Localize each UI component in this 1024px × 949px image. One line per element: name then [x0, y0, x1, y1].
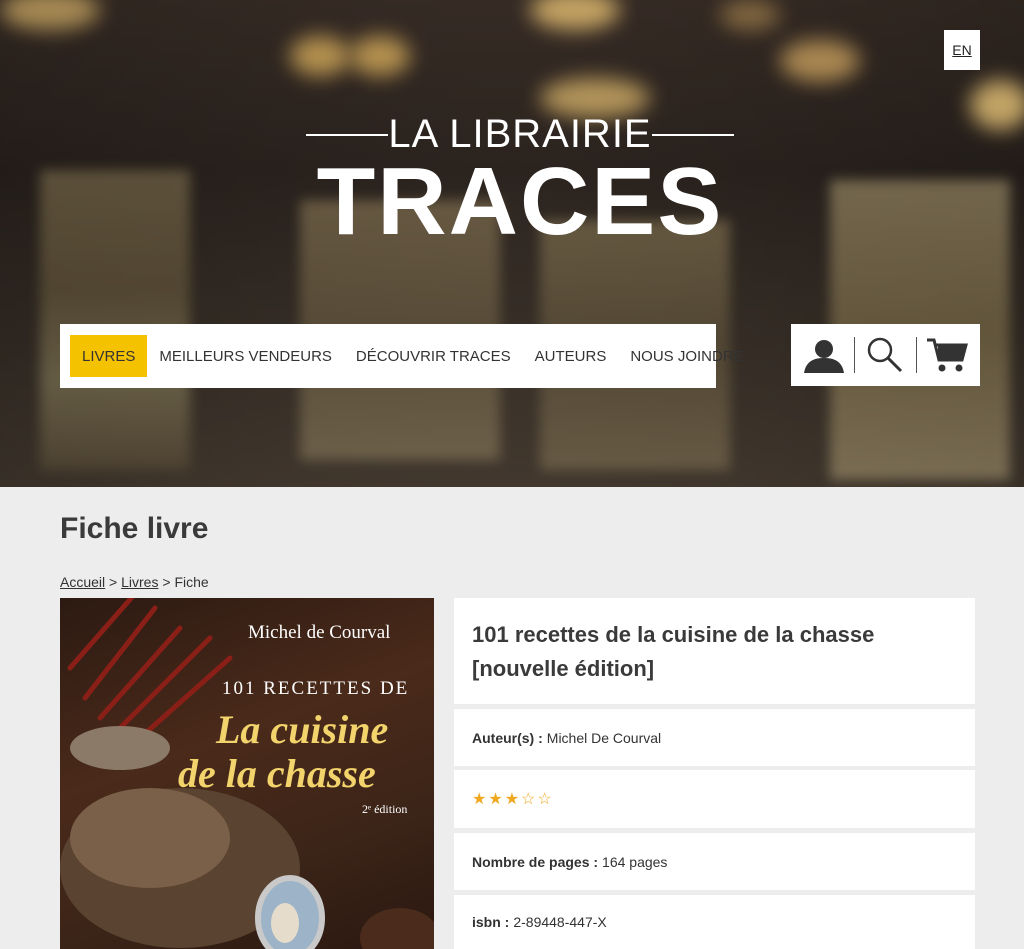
- header-tools: [791, 324, 980, 386]
- breadcrumb-current: Fiche: [174, 574, 209, 590]
- tool-divider: [854, 337, 856, 373]
- language-toggle-button[interactable]: EN: [944, 30, 980, 70]
- nav-item-livres[interactable]: LIVRES: [70, 335, 148, 377]
- isbn-label: isbn :: [472, 914, 510, 930]
- breadcrumb-home-link[interactable]: Accueil: [60, 574, 105, 590]
- cover-edition: 2ᵉ édition: [362, 802, 408, 816]
- cover-title-line: 101 RECETTES DE: [222, 678, 410, 699]
- cart-icon: [926, 338, 968, 372]
- pages-label: Nombre de pages :: [472, 853, 599, 870]
- book-author-row: Auteur(s) : Michel De Courval: [454, 709, 975, 766]
- nav-item-decouvrir-traces[interactable]: DÉCOUVRIR TRACES: [344, 335, 523, 377]
- cover-author: Michel de Courval: [248, 622, 391, 643]
- breadcrumb-separator: >: [162, 574, 171, 590]
- book-rating-row: ★★★☆☆: [454, 770, 975, 828]
- book-pages-row: Nombre de pages : 164 pages: [454, 833, 975, 890]
- author-value: Michel De Courval: [546, 729, 662, 746]
- isbn-value: 2-89448-447-X: [513, 914, 607, 930]
- logo-top-row: LA LIBRAIRIE: [300, 112, 740, 156]
- nav-item-auteurs[interactable]: AUTEURS: [523, 335, 619, 377]
- breadcrumb-books-link[interactable]: Livres: [121, 574, 158, 590]
- account-button[interactable]: [800, 333, 848, 377]
- tool-divider: [915, 337, 917, 373]
- search-button[interactable]: [861, 333, 909, 377]
- logo-top-text: LA LIBRAIRIE: [388, 112, 652, 156]
- site-logo[interactable]: LA LIBRAIRIE TRACES: [300, 112, 740, 255]
- bokeh-light: [970, 80, 1024, 130]
- user-icon: [804, 340, 845, 373]
- bokeh-light: [780, 40, 860, 82]
- nav-item-nous-joindre[interactable]: NOUS JOINDRE: [618, 335, 755, 377]
- cover-title-line: de la chasse: [178, 751, 376, 796]
- search-icon: [868, 337, 903, 373]
- bokeh-light: [0, 0, 100, 30]
- logo-main-text: TRACES: [316, 148, 724, 255]
- page-title: Fiche livre: [60, 512, 209, 545]
- main-nav: LIVRES MEILLEURS VENDEURS DÉCOUVRIR TRAC…: [60, 324, 744, 388]
- nav-item-meilleurs-vendeurs[interactable]: MEILLEURS VENDEURS: [147, 335, 344, 377]
- cart-button[interactable]: [923, 333, 971, 377]
- logo-line: [306, 134, 388, 136]
- bokeh-light: [720, 0, 780, 30]
- breadcrumb: Accueil > Livres > Fiche: [60, 574, 209, 590]
- author-label: Auteur(s) :: [472, 729, 543, 746]
- bokeh-light: [350, 36, 410, 76]
- breadcrumb-separator: >: [109, 574, 118, 590]
- cover-title-line: La cuisine: [216, 707, 389, 752]
- book-title: 101 recettes de la cuisine de la chasse …: [454, 598, 975, 704]
- book-cover-image: Michel de Courval 101 RECETTES DE La cui…: [60, 598, 434, 949]
- pages-value: 164 pages: [602, 853, 668, 870]
- book-isbn-row: isbn : 2-89448-447-X: [454, 895, 975, 949]
- hero-banner: EN LA LIBRAIRIE TRACES LIVRES MEILLEURS …: [0, 0, 1024, 487]
- bokeh-light: [530, 0, 620, 30]
- bg-shelf: [40, 170, 190, 470]
- star-rating: ★★★☆☆: [472, 791, 554, 808]
- logo-line: [652, 134, 734, 136]
- bokeh-light: [290, 36, 350, 76]
